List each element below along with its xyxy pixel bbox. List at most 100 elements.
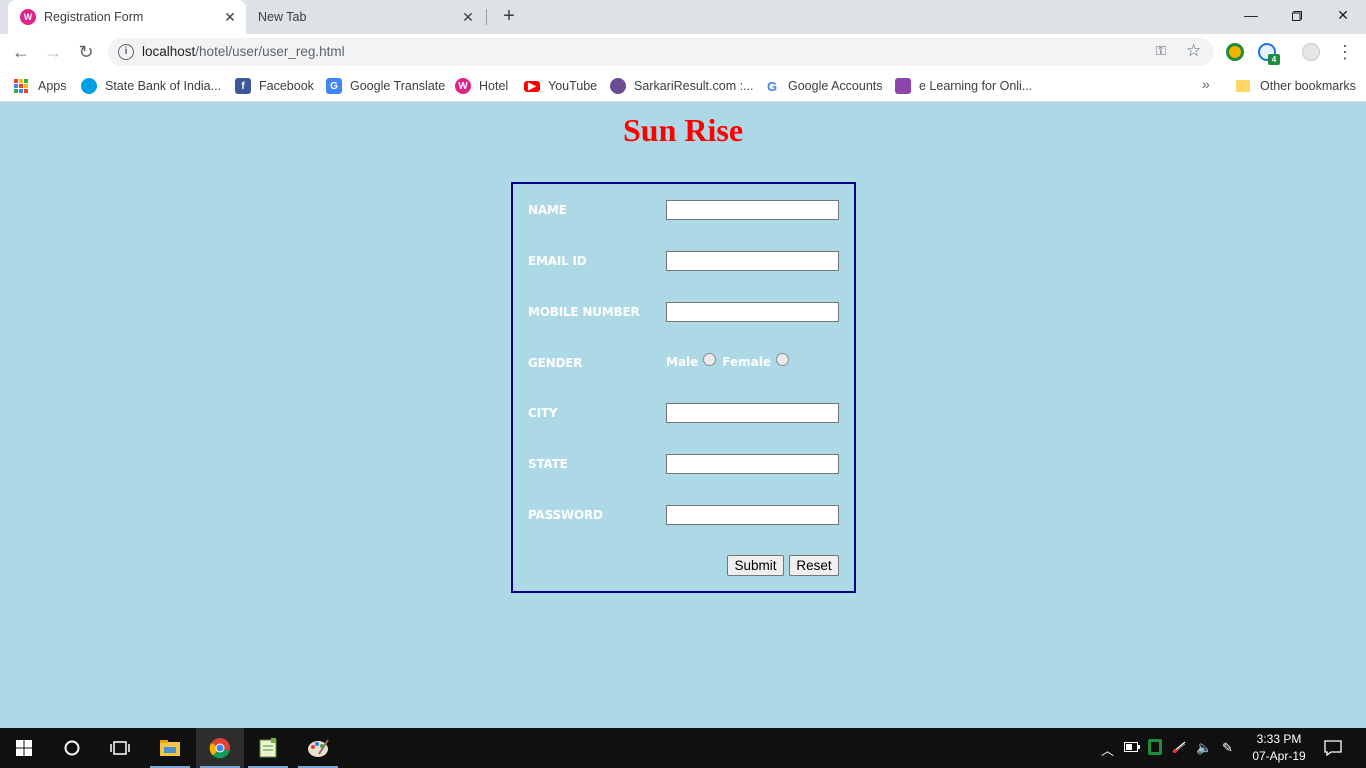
bookmark-hotel[interactable]: W Hotel xyxy=(455,76,508,96)
volume-icon[interactable]: 🔈 xyxy=(1196,740,1212,756)
form-row-gender: GENDER Male Female xyxy=(528,352,848,375)
bookmark-label: SarkariResult.com :... xyxy=(634,79,754,93)
hotel-icon: W xyxy=(455,78,471,94)
mobile-input[interactable] xyxy=(666,302,839,322)
tab-title: New Tab xyxy=(258,10,307,24)
tab-registration-form[interactable]: W Registration Form ✕ xyxy=(8,0,246,34)
network-disconnected-icon[interactable] xyxy=(1172,740,1188,757)
bookmark-label: Hotel xyxy=(479,79,509,93)
action-center-icon[interactable] xyxy=(1324,740,1342,759)
close-tab-icon[interactable]: ✕ xyxy=(460,9,476,25)
form-row-mobile: MOBILE NUMBER xyxy=(528,302,848,324)
form-row-city: CITY xyxy=(528,403,848,425)
gender-label: GENDER xyxy=(528,356,583,370)
url-text[interactable]: localhost/hotel/user/user_reg.html xyxy=(142,44,345,59)
bookmark-google-translate[interactable]: G Google Translate xyxy=(326,76,445,96)
submit-button[interactable]: Submit xyxy=(727,555,784,576)
translate-icon: G xyxy=(326,78,342,94)
close-tab-icon[interactable]: ✕ xyxy=(222,9,238,25)
address-bar[interactable]: i localhost/hotel/user/user_reg.html ⚿ ☆ xyxy=(108,38,1214,66)
password-input[interactable] xyxy=(666,505,839,525)
form-row-password: PASSWORD xyxy=(528,505,848,527)
extension-icon[interactable] xyxy=(1226,43,1244,61)
tab-strip: W Registration Form ✕ New Tab ✕ + — ✕ xyxy=(0,0,1366,34)
name-input[interactable] xyxy=(666,200,839,220)
bookmark-sbi[interactable]: State Bank of India... xyxy=(81,76,221,96)
email-label: EMAIL ID xyxy=(528,254,587,268)
tab-new-tab[interactable]: New Tab ✕ xyxy=(246,0,484,34)
form-row-state: STATE xyxy=(528,454,848,476)
reload-icon[interactable]: ↻ xyxy=(73,39,99,65)
bookmark-apps[interactable]: Apps xyxy=(14,76,67,96)
profile-avatar[interactable] xyxy=(1302,43,1320,61)
clock-time: 3:33 PM xyxy=(1256,732,1302,746)
male-radio[interactable] xyxy=(703,352,717,366)
bookmark-label: Google Translate xyxy=(350,79,446,93)
elearning-icon xyxy=(895,78,911,94)
apps-grid-icon xyxy=(14,79,28,93)
restore-window-icon[interactable] xyxy=(1274,0,1320,30)
more-bookmarks-chevron-icon[interactable]: » xyxy=(1202,76,1210,92)
close-window-icon[interactable]: ✕ xyxy=(1320,0,1366,30)
tab-separator xyxy=(486,9,487,25)
sarkari-icon xyxy=(610,78,626,94)
bookmark-google-accounts[interactable]: G Google Accounts xyxy=(764,76,883,96)
extension-badge: 4 xyxy=(1268,54,1280,65)
site-info-icon[interactable]: i xyxy=(118,44,134,60)
chrome-taskbar-icon[interactable] xyxy=(196,728,244,768)
windows-start-icon[interactable] xyxy=(0,728,48,768)
state-label: STATE xyxy=(528,457,568,471)
forward-arrow-icon[interactable]: → xyxy=(40,39,66,65)
city-input[interactable] xyxy=(666,403,839,423)
back-arrow-icon[interactable]: ← xyxy=(8,39,34,65)
browser-toolbar: ← → ↻ i localhost/hotel/user/user_reg.ht… xyxy=(0,34,1366,70)
state-input[interactable] xyxy=(666,454,839,474)
sbi-icon xyxy=(81,78,97,94)
url-host: localhost xyxy=(142,44,196,59)
page-viewport: Sun Rise NAME EMAIL ID MOBILE NUMBER GEN… xyxy=(0,102,1366,728)
folder-icon xyxy=(1236,80,1250,92)
minimize-window-icon[interactable]: — xyxy=(1228,0,1274,30)
google-icon: G xyxy=(764,78,780,94)
file-explorer-icon[interactable] xyxy=(146,728,194,768)
registration-form: NAME EMAIL ID MOBILE NUMBER GENDER Male … xyxy=(511,182,856,593)
new-tab-plus-icon[interactable]: + xyxy=(498,5,520,27)
password-label: PASSWORD xyxy=(528,508,603,522)
form-row-email: EMAIL ID xyxy=(528,251,848,273)
pen-workspace-icon[interactable]: ✎ xyxy=(1222,740,1233,756)
task-view-icon[interactable] xyxy=(96,728,144,768)
bookmark-label: Facebook xyxy=(259,79,314,93)
form-row-name: NAME xyxy=(528,200,848,222)
bookmark-youtube[interactable]: ▶ YouTube xyxy=(524,76,597,96)
reset-button[interactable]: Reset xyxy=(789,555,839,576)
bookmark-label: e Learning for Onli... xyxy=(919,79,1033,93)
notepad-plus-icon[interactable] xyxy=(244,728,292,768)
battery-icon[interactable] xyxy=(1124,740,1140,755)
url-path: /hotel/user/user_reg.html xyxy=(195,44,345,59)
chrome-menu-icon[interactable]: ⋮ xyxy=(1336,40,1354,64)
bookmarks-bar: Apps State Bank of India... f Facebook G… xyxy=(0,70,1366,102)
tray-app-icon[interactable] xyxy=(1148,739,1162,758)
female-radio[interactable] xyxy=(776,352,789,366)
wamp-favicon-icon: W xyxy=(20,9,36,25)
bookmark-star-icon[interactable]: ☆ xyxy=(1186,41,1201,61)
female-label: Female xyxy=(722,355,771,369)
bookmark-label: Apps xyxy=(38,79,67,93)
youtube-icon: ▶ xyxy=(524,80,540,92)
name-label: NAME xyxy=(528,203,567,217)
show-hidden-icons-chevron-icon[interactable]: ︿ xyxy=(1101,740,1114,759)
facebook-icon: f xyxy=(235,78,251,94)
email-input[interactable] xyxy=(666,251,839,271)
paint-icon[interactable] xyxy=(294,728,342,768)
password-key-icon[interactable]: ⚿ xyxy=(1156,43,1166,59)
male-label: Male xyxy=(666,355,699,369)
bookmark-facebook[interactable]: f Facebook xyxy=(235,76,314,96)
search-circle-icon[interactable] xyxy=(48,728,96,768)
system-clock[interactable]: 3:33 PM 07-Apr-19 xyxy=(1246,731,1312,765)
bookmark-elearning[interactable]: e Learning for Onli... xyxy=(895,76,1032,96)
mobile-label: MOBILE NUMBER xyxy=(528,305,640,319)
bookmark-sarkari[interactable]: SarkariResult.com :... xyxy=(610,76,753,96)
windows-taskbar: ︿ 🔈 ✎ 3:33 PM 07-Apr-19 xyxy=(0,728,1366,768)
bookmark-other-bookmarks[interactable]: Other bookmarks xyxy=(1236,76,1356,96)
city-label: CITY xyxy=(528,406,558,420)
